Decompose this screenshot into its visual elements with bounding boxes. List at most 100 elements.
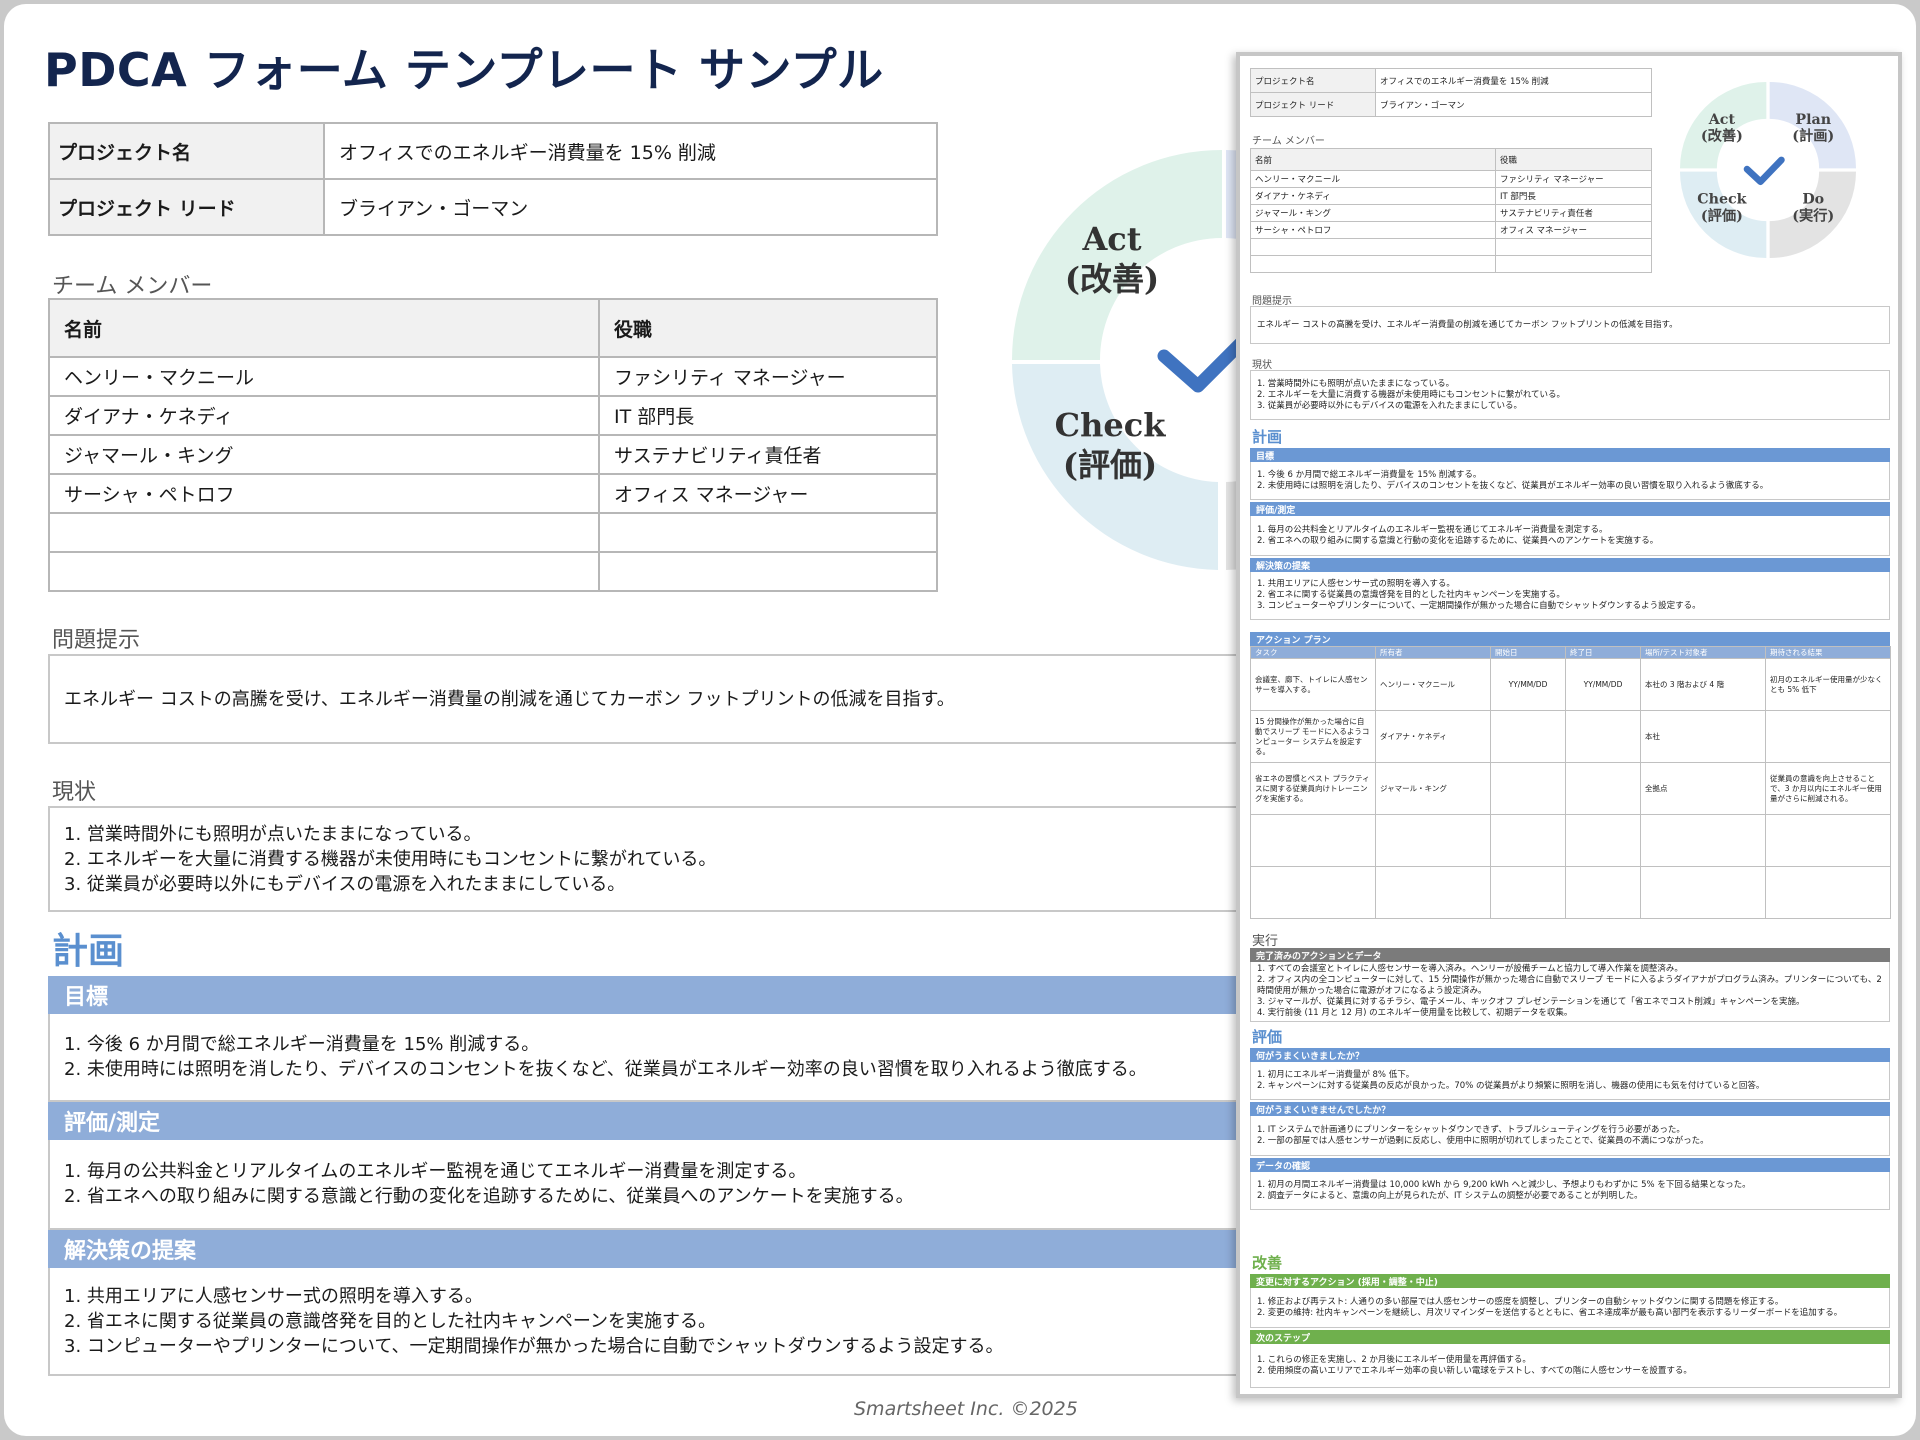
mini-wheel-act-jp: (改善): [1701, 127, 1743, 145]
mini-do-heading: 実行: [1252, 934, 1279, 949]
plan-heading: 計画: [52, 931, 125, 972]
ap-cell: [1765, 710, 1891, 763]
ap-cell: ヘンリー・マクニール: [1375, 658, 1491, 711]
member-name: ヘンリー・マクニール: [48, 356, 600, 397]
mini-next-bar: 次のステップ: [1250, 1330, 1890, 1344]
ap-cell: 従業員の意識を向上させることで、3 か月以内にエネルギー使用量がさらに削減される…: [1765, 762, 1891, 815]
team-heading: チーム メンバー: [52, 274, 213, 299]
list-item: 1. 営業時間外にも照明が点いたままになっている。: [64, 823, 482, 845]
mini-check-heading: 評価: [1252, 1028, 1283, 1046]
list-item: 2. 省エネに関する従業員の意識啓発を目的とした社内キャンペーンを実施する。: [1257, 590, 1565, 600]
wheel-act-label: Act: [1081, 220, 1141, 258]
ap-col-task: タスク: [1250, 646, 1376, 659]
mini-notwell-bar: 何がうまくいきませんでしたか？: [1250, 1102, 1890, 1116]
list-item: 2. エネルギーを大量に消費する機器が未使用時にもコンセントに繋がれている。: [64, 848, 717, 870]
ap-cell: [1765, 866, 1891, 919]
mini-wheel-check-label: Check: [1697, 192, 1747, 208]
member-name: ジャマール・キング: [48, 434, 600, 475]
list-item: 1. 今後 6 か月間で総エネルギー消費量を 15% 削減する。: [1257, 469, 1482, 480]
member-role: [598, 512, 938, 553]
table-row: 省エネの習慣とベスト プラクティスに関する従業員向けトレーニングを実施する。 ジ…: [1250, 762, 1891, 815]
ap-cell: ジャマール・キング: [1375, 762, 1491, 815]
problem-text: エネルギー コストの高騰を受け、エネルギー消費量の削減を通じてカーボン フットプ…: [64, 688, 955, 710]
team-col-name: 名前: [48, 298, 600, 358]
ap-cell: [1250, 814, 1376, 867]
ap-cell: [1490, 762, 1566, 815]
current-box: 1. 営業時間外にも照明が点いたままになっている。 2. エネルギーを大量に消費…: [48, 806, 1238, 912]
mini-member-name: サーシャ・ペトロフ: [1250, 221, 1496, 239]
mini-col-name: 名前: [1250, 148, 1496, 171]
table-row: ヘンリー・マクニール ファシリティ マネージャー: [1250, 170, 1652, 188]
table-row: ジャマール・キング サステナビリティ責任者: [1250, 204, 1652, 222]
ap-col-end: 終了日: [1565, 646, 1641, 659]
mini-project-name-value: オフィスでのエネルギー消費量を 15% 削減: [1375, 68, 1652, 93]
mini-well-list: 1. 初月にエネルギー消費量が 8% 低下。 2. キャンペーンに対する従業員の…: [1250, 1062, 1890, 1100]
mini-member-role: IT 部門長: [1495, 187, 1652, 205]
mini-act-heading: 改善: [1252, 1254, 1283, 1272]
mini-plan-heading: 計画: [1252, 428, 1283, 446]
mini-check-mark-icon: [1743, 156, 1785, 186]
ap-cell: [1250, 866, 1376, 919]
list-item: 1. これらの修正を実施し、2 か月後にエネルギー使用量を再評価する。: [1257, 1354, 1531, 1365]
mini-measure-list: 1. 毎月の公共料金とリアルタイムのエネルギー監視を通じてエネルギー消費量を測定…: [1250, 516, 1890, 556]
ap-cell: 初月のエネルギー使用量が少なくとも 5% 低下: [1765, 658, 1891, 711]
ap-cell: YY/MM/DD: [1565, 658, 1641, 711]
table-row: [1250, 814, 1891, 867]
list-item: 1. 共用エリアに人感センサー式の照明を導入する。: [64, 1285, 483, 1307]
list-item: 3. 従業員が必要時以外にもデバイスの電源を入れたままにしている。: [1257, 400, 1523, 411]
mini-problem-box: エネルギー コストの高騰を受け、エネルギー消費量の削減を通じてカーボン フットプ…: [1250, 306, 1890, 344]
goal-list: 1. 今後 6 か月間で総エネルギー消費量を 15% 削減する。 2. 未使用時…: [48, 1014, 1238, 1102]
pdca-wheel-small: Act (改善) Plan (計画) Check (評価) Do (実行): [1680, 82, 1856, 258]
mini-project-table: プロジェクト名 オフィスでのエネルギー消費量を 15% 削減 プロジェクト リー…: [1250, 68, 1652, 117]
list-item: 4. 実行前後 (11 月と 12 月) のエネルギー使用量を比較して、初期デー…: [1257, 1008, 1573, 1018]
list-item: 2. オフィス内の全コンピューターに対して、15 分間操作が無かった場合に自動で…: [1257, 975, 1882, 996]
list-item: 1. 初月の月間エネルギー消費量は 10,000 kWh から 9,200 kW…: [1257, 1179, 1751, 1190]
ap-cell: 全拠点: [1640, 762, 1766, 815]
mini-member-name: ダイアナ・ケネディ: [1250, 187, 1496, 205]
table-row: ダイアナ・ケネディ IT 部門長: [1250, 187, 1652, 205]
ap-col-result: 期待される結果: [1765, 646, 1891, 659]
mini-member-name: ジャマール・キング: [1250, 204, 1496, 222]
ap-cell: [1490, 814, 1566, 867]
list-item: 2. 省エネへの取り組みに関する意識と行動の変化を追跡するために、従業員へのアン…: [64, 1186, 914, 1207]
mini-col-role: 役職: [1495, 148, 1652, 171]
problem-heading: 問題提示: [52, 628, 141, 653]
team-table: 名前 役職 ヘンリー・マクニール ファシリティ マネージャー ダイアナ・ケネディ…: [48, 298, 938, 592]
ap-cell: 15 分間操作が無かった場合に自動でスリープ モードに入るようコンピューター シ…: [1250, 710, 1376, 763]
list-item: 2. エネルギーを大量に消費する機器が未使用時にもコンセントに繋がれている。: [1257, 389, 1566, 400]
list-item: 2. 未使用時には照明を消したり、デバイスのコンセントを抜くなど、従業員がエネル…: [1257, 480, 1769, 491]
mini-data-bar: データの確認: [1250, 1158, 1890, 1172]
ap-cell: ダイアナ・ケネディ: [1375, 710, 1491, 763]
list-item: 2. 一部の部屋では人感センサーが過剰に反応し、使用中に照明が切れてしまったこと…: [1257, 1135, 1709, 1146]
measure-list: 1. 毎月の公共料金とリアルタイムのエネルギー監視を通じてエネルギー消費量を測定…: [48, 1140, 1238, 1230]
ap-cell: [1490, 866, 1566, 919]
mini-wheel-act-label: Act: [1708, 112, 1736, 128]
table-row: [1250, 238, 1652, 256]
list-item: 2. 省エネに関する従業員の意識啓発を目的とした社内キャンペーンを実施する。: [64, 1310, 716, 1332]
mini-changes-bar: 変更に対するアクション (採用・調整・中止): [1250, 1274, 1890, 1288]
project-name-value: オフィスでのエネルギー消費量を 15% 削減: [323, 122, 938, 180]
list-item: 2. 調査データによると、意識の向上が見られたが、IT システムの調整が必要であ…: [1257, 1190, 1643, 1201]
mini-current-box: 1. 営業時間外にも照明が点いたままになっている。 2. エネルギーを大量に消費…: [1250, 370, 1890, 420]
mini-project-lead-label: プロジェクト リード: [1250, 92, 1376, 117]
ap-col-location: 場所/テスト対象者: [1640, 646, 1766, 659]
member-name: [48, 512, 600, 553]
list-item: 3. コンピューターやプリンターについて、一定期間操作が無かった場合に自動でシャ…: [64, 1335, 1004, 1357]
mini-wheel-do-jp: (実行): [1792, 206, 1834, 224]
list-item: 1. 共用エリアに人感センサー式の照明を導入する。: [1257, 579, 1455, 589]
mini-next-list: 1. これらの修正を実施し、2 か月後にエネルギー使用量を再評価する。 2. 使…: [1250, 1344, 1890, 1388]
mini-measure-bar: 評価/測定: [1250, 502, 1890, 516]
list-item: 3. 従業員が必要時以外にもデバイスの電源を入れたままにしている。: [64, 873, 626, 895]
mini-do-bar: 完了済みのアクションとデータ: [1250, 948, 1890, 962]
ap-col-start: 開始日: [1490, 646, 1566, 659]
ap-cell: [1565, 866, 1641, 919]
measure-bar: 評価/測定: [48, 1102, 1238, 1140]
mini-wheel-do-label: Do: [1802, 192, 1824, 208]
ap-cell: 本社: [1640, 710, 1766, 763]
mini-wheel-plan-label: Plan: [1795, 112, 1831, 128]
member-role: オフィス マネージャー: [598, 473, 938, 514]
mini-solution-bar: 解決策の提案: [1250, 558, 1890, 572]
mini-member-role: [1495, 238, 1652, 256]
project-lead-value: ブライアン・ゴーマン: [323, 178, 938, 236]
list-item: 1. すべての会議室とトイレに人感センサーを導入済み。ヘンリーが設備チームと協力…: [1257, 964, 1683, 974]
